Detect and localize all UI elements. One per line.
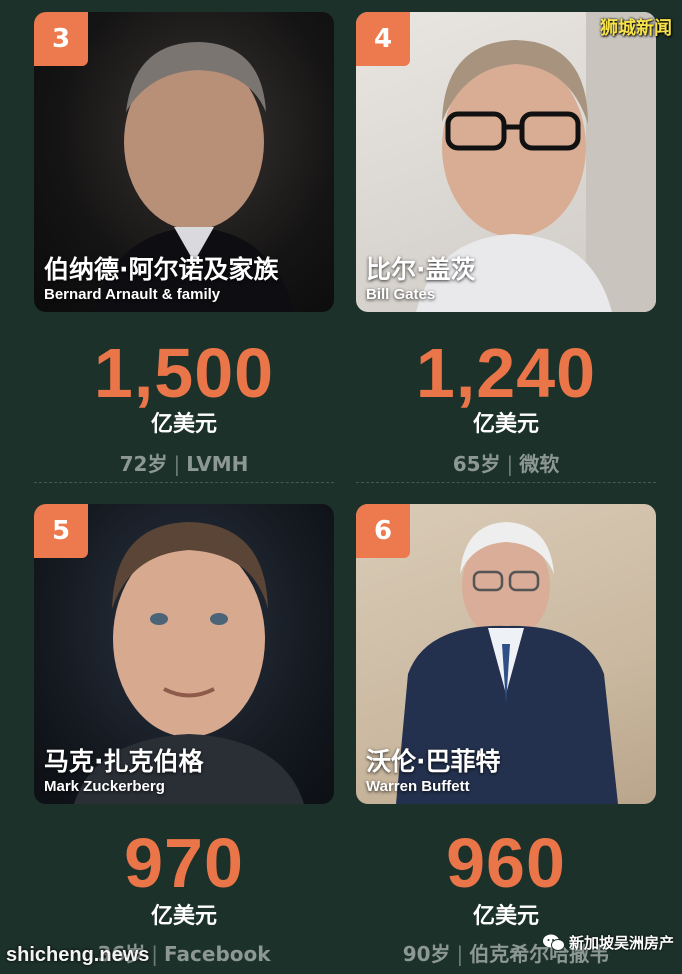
name-english: Bernard Arnault & family [44, 286, 221, 303]
dashed-divider [34, 482, 334, 483]
rank-badge: 3 [34, 12, 88, 66]
net-worth-value: 970 [124, 824, 244, 902]
name-english: Warren Buffett [366, 778, 470, 795]
dashed-divider [356, 482, 656, 483]
age-company: 65岁 | 微软 [356, 448, 656, 477]
meta-separator: | [456, 942, 464, 966]
name-chinese: 伯纳德·阿尔诺及家族 [44, 255, 279, 284]
name-english: Bill Gates [366, 286, 436, 303]
age: 65岁 [452, 452, 501, 476]
watermark-bottom-right: 新加坡吴洲房产 [542, 932, 674, 953]
wechat-icon [542, 934, 565, 951]
name-chinese: 马克·扎克伯格 [44, 747, 204, 776]
company: LVMH [186, 452, 249, 476]
net-worth-unit: 亿美元 [472, 904, 539, 929]
name-english: Mark Zuckerberg [44, 778, 165, 795]
watermark-top-right: 狮城新闻 [600, 18, 672, 39]
profile-card-buffett: 6 沃伦·巴菲特 Warren Buffett [356, 504, 656, 804]
profile-card-arnault: 3 伯纳德·阿尔诺及家族 Bernard Arnault & family [34, 12, 334, 312]
age: 90岁 [402, 942, 451, 966]
net-worth-unit: 亿美元 [150, 412, 217, 437]
net-worth-value: 1,240 [415, 334, 597, 412]
rank-badge: 5 [34, 504, 88, 558]
net-worth-value: 1,500 [93, 334, 275, 412]
name-chinese: 比尔·盖茨 [366, 255, 476, 284]
meta-separator: | [173, 452, 181, 476]
watermark-text: 新加坡吴洲房产 [568, 934, 674, 952]
company: Facebook [164, 942, 271, 966]
profile-card-gates: 4 比尔·盖茨 Bill Gates [356, 12, 656, 312]
watermark-bottom-left: shicheng.news [6, 944, 150, 966]
age: 72岁 [119, 452, 168, 476]
rank-badge: 4 [356, 12, 410, 66]
net-worth-unit: 亿美元 [150, 904, 217, 929]
rank-badge: 6 [356, 504, 410, 558]
net-worth-value: 960 [446, 824, 566, 902]
company: 微软 [519, 452, 560, 476]
age-company: 72岁 | LVMH [34, 448, 334, 477]
net-worth-unit: 亿美元 [472, 412, 539, 437]
meta-separator: | [151, 942, 159, 966]
meta-separator: | [506, 452, 514, 476]
profile-card-zuckerberg: 5 马克·扎克伯格 Mark Zuckerberg [34, 504, 334, 804]
name-chinese: 沃伦·巴菲特 [366, 747, 501, 776]
